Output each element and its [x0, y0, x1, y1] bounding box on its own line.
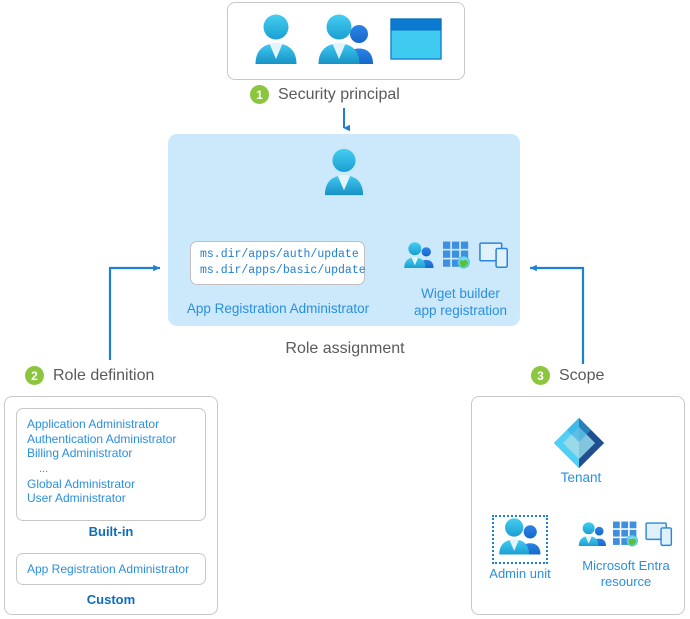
- assignment-scope-label-line2: app registration: [413, 303, 508, 318]
- list-item: User Administrator: [27, 491, 126, 506]
- scope-caption: 3 Scope: [531, 366, 604, 385]
- builtin-section-label: Built-in: [88, 524, 134, 539]
- entra-resource-label-line2: resource: [600, 574, 652, 589]
- role-definition-label: Role definition: [53, 366, 155, 384]
- step-badge-3: 3: [531, 366, 550, 385]
- tenant-label: Tenant: [560, 470, 602, 485]
- group-icon: [316, 12, 376, 71]
- diagram-canvas: 1 Security principal ms.dir/apps/auth/up…: [0, 0, 690, 619]
- permission-line: ms.dir/apps/basic/update: [200, 264, 366, 277]
- security-principal-label: Security principal: [278, 85, 400, 103]
- step-badge-1: 1: [250, 85, 269, 104]
- assignment-scope-label-line1: Wiget builder: [421, 286, 500, 301]
- security-principal-caption: 1 Security principal: [250, 85, 400, 104]
- assigned-principal-icon: [320, 146, 368, 203]
- assignment-scope-label: Wiget builder app registration: [398, 285, 523, 319]
- builtin-roles-list: Application Administrator Authentication…: [16, 408, 206, 521]
- list-item: Billing Administrator: [27, 446, 133, 461]
- permissions-box: ms.dir/apps/auth/update ms.dir/apps/basi…: [190, 241, 366, 285]
- devices-icon: [645, 522, 676, 552]
- list-item: Application Administrator: [27, 417, 160, 431]
- service-principal-icon: [389, 15, 443, 68]
- user-icon: [249, 12, 303, 71]
- entra-resource-icons: [578, 521, 676, 552]
- custom-section-label: Custom: [86, 592, 136, 607]
- security-principal-box: [227, 2, 465, 80]
- assignment-scope-icons: [403, 241, 512, 274]
- devices-icon: [479, 242, 512, 274]
- entra-resource-label: Microsoft Entra resource: [566, 558, 686, 590]
- admin-unit-frame: [492, 515, 548, 564]
- assignment-role-definition-label: App Registration Administrator: [186, 301, 370, 316]
- entra-resource-label-line1: Microsoft Entra: [582, 558, 670, 573]
- admin-unit-users-icon: [498, 518, 542, 561]
- custom-roles-list: App Registration Administrator: [16, 553, 206, 585]
- users-group-icon: [403, 242, 435, 274]
- role-assignment-title: Role assignment: [285, 340, 405, 357]
- step-badge-2: 2: [25, 366, 44, 385]
- entra-diamond-icon: [551, 415, 607, 476]
- users-group-icon: [578, 522, 607, 552]
- list-item: App Registration Administrator: [27, 562, 190, 576]
- permission-line: ms.dir/apps/auth/update: [200, 248, 359, 261]
- role-definition-caption: 2 Role definition: [25, 366, 154, 385]
- app-grid-globe-icon: [612, 521, 640, 552]
- list-item-ellipsis: ...: [39, 462, 49, 475]
- scope-label: Scope: [559, 366, 605, 384]
- list-item: Authentication Administrator: [27, 431, 177, 446]
- list-item: Global Administrator: [27, 476, 136, 491]
- admin-unit-label: Admin unit: [489, 566, 551, 581]
- app-grid-globe-icon: [442, 241, 472, 274]
